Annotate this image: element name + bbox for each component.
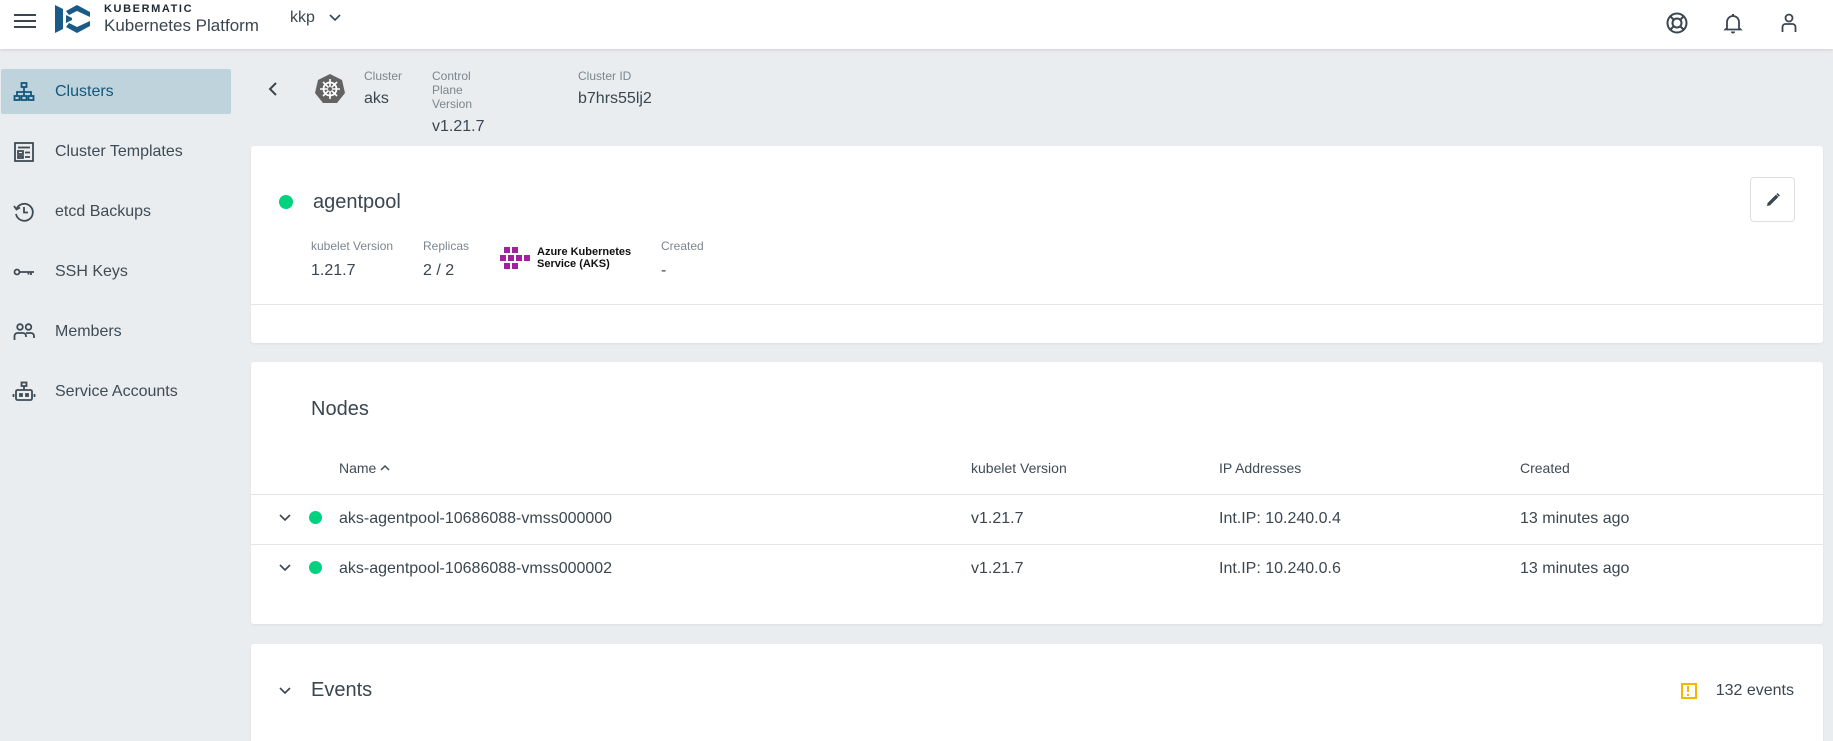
brand: KUBERMATIC Kubernetes Platform bbox=[104, 3, 259, 36]
node-name: aks-agentpool-10686088-vmss000000 bbox=[339, 510, 613, 527]
replicas-label: Replicas bbox=[423, 239, 470, 253]
kubelet-version-label: kubelet Version bbox=[311, 239, 394, 253]
machine-deployment-name: agentpool bbox=[313, 191, 401, 213]
menu-icon[interactable] bbox=[12, 10, 38, 32]
column-header-kubelet-version: kubelet Version bbox=[971, 460, 1067, 476]
sidebar-item-ssh-keys[interactable]: SSH Keys bbox=[1, 249, 231, 294]
created: Created - bbox=[661, 239, 704, 280]
sidebar-item-etcd-backups[interactable]: etcd Backups bbox=[1, 189, 231, 234]
kubelet-version-value: 1.21.7 bbox=[311, 262, 356, 279]
edit-button[interactable] bbox=[1750, 177, 1795, 222]
column-header-created: Created bbox=[1520, 460, 1570, 476]
account-icon[interactable] bbox=[1777, 11, 1801, 35]
node-ip: Int.IP: 10.240.0.4 bbox=[1219, 510, 1341, 527]
node-ip: Int.IP: 10.240.0.6 bbox=[1219, 560, 1341, 577]
column-header-name-label: Name bbox=[339, 460, 377, 476]
top-bar: KUBERMATIC Kubernetes Platform kkp bbox=[0, 0, 1833, 49]
sidebar-item-clusters[interactable]: Clusters bbox=[1, 69, 231, 114]
help-icon[interactable] bbox=[1665, 11, 1689, 35]
warning-icon bbox=[1680, 683, 1697, 699]
cluster-name-label: Cluster bbox=[364, 69, 403, 83]
expand-row-icon[interactable] bbox=[279, 514, 291, 522]
project-name: kkp bbox=[290, 9, 315, 26]
expand-row-icon[interactable] bbox=[279, 564, 291, 572]
divider bbox=[251, 304, 1823, 305]
control-plane-version-value: v1.21.7 bbox=[432, 118, 485, 135]
provider-logo: Azure Kubernetes Service (AKS) bbox=[499, 246, 631, 270]
cluster-name-value: aks bbox=[364, 90, 389, 107]
node-kubelet-version: v1.21.7 bbox=[971, 510, 1024, 527]
sidebar-item-members[interactable]: Members bbox=[1, 309, 231, 354]
kubernetes-icon bbox=[315, 74, 345, 103]
pencil-icon bbox=[1766, 192, 1780, 206]
sort-ascending-icon bbox=[380, 464, 390, 471]
replicas: Replicas 2 / 2 bbox=[423, 239, 469, 280]
nodes-card: Nodes Name kubelet Version IP Addresses … bbox=[251, 362, 1823, 624]
notifications-icon[interactable] bbox=[1721, 11, 1745, 35]
table-row[interactable]: aks-agentpool-10686088-vmss000002 v1.21.… bbox=[251, 545, 1823, 595]
sidebar-item-label: Members bbox=[55, 322, 122, 340]
sidebar-item-cluster-templates[interactable]: Cluster Templates bbox=[1, 129, 231, 174]
status-indicator bbox=[279, 195, 293, 209]
provider-name-line2: Service (AKS) bbox=[537, 258, 610, 270]
cluster-id-value: b7hrs55lj2 bbox=[578, 90, 652, 107]
brand-name: KUBERMATIC bbox=[104, 3, 194, 15]
status-indicator bbox=[309, 561, 322, 574]
back-icon[interactable] bbox=[266, 82, 280, 96]
node-created: 13 minutes ago bbox=[1520, 560, 1630, 577]
node-kubelet-version: v1.21.7 bbox=[971, 560, 1024, 577]
replicas-value: 2 / 2 bbox=[423, 262, 455, 279]
aks-icon bbox=[500, 247, 530, 269]
key-icon bbox=[11, 259, 37, 285]
events-summary: 132 events bbox=[1680, 682, 1794, 700]
status-indicator bbox=[309, 511, 322, 524]
kubermatic-logo[interactable] bbox=[55, 3, 91, 35]
robot-icon bbox=[11, 379, 37, 405]
sidebar-item-label: Clusters bbox=[55, 82, 114, 100]
chevron-down-icon bbox=[329, 14, 341, 22]
events-count: 132 events bbox=[1715, 682, 1794, 699]
kubelet-version: kubelet Version 1.21.7 bbox=[311, 239, 393, 280]
members-icon bbox=[11, 319, 37, 345]
sidebar-item-label: Cluster Templates bbox=[55, 142, 183, 160]
column-header-name[interactable]: Name bbox=[339, 460, 390, 476]
cluster-id: Cluster ID b7hrs55lj2 bbox=[578, 69, 652, 108]
clusters-icon bbox=[11, 79, 37, 105]
project-selector[interactable]: kkp bbox=[290, 9, 341, 27]
control-plane-version: Control Plane Version v1.21.7 bbox=[432, 69, 484, 136]
nodes-title: Nodes bbox=[311, 398, 369, 420]
table-row[interactable]: aks-agentpool-10686088-vmss000000 v1.21.… bbox=[251, 495, 1823, 545]
events-card: Events 132 events bbox=[251, 644, 1823, 741]
sidebar-item-label: etcd Backups bbox=[55, 202, 152, 220]
brand-subtitle: Kubernetes Platform bbox=[104, 16, 259, 35]
history-icon bbox=[11, 199, 37, 225]
node-name: aks-agentpool-10686088-vmss000002 bbox=[339, 560, 613, 577]
control-plane-version-label: Control Plane Version bbox=[432, 69, 473, 111]
created-label: Created bbox=[661, 239, 704, 253]
cluster-templates-icon bbox=[11, 139, 37, 165]
sidebar-item-label: Service Accounts bbox=[55, 382, 178, 400]
sidebar-item-label: SSH Keys bbox=[55, 262, 128, 280]
expand-events-icon[interactable] bbox=[279, 687, 291, 695]
provider-name-line1: Azure Kubernetes bbox=[537, 246, 632, 258]
sidebar: Clusters Cluster Templates etcd Backups … bbox=[0, 49, 240, 741]
cluster-name: Cluster aks bbox=[364, 69, 402, 108]
node-created: 13 minutes ago bbox=[1520, 510, 1630, 527]
events-title[interactable]: Events bbox=[311, 679, 372, 702]
sidebar-item-service-accounts[interactable]: Service Accounts bbox=[1, 369, 231, 414]
column-header-ip-addresses: IP Addresses bbox=[1219, 460, 1302, 476]
cluster-id-label: Cluster ID bbox=[578, 69, 632, 83]
created-value: - bbox=[661, 262, 667, 279]
machine-deployment-card: agentpool kubelet Version 1.21.7 Replica… bbox=[251, 146, 1823, 343]
